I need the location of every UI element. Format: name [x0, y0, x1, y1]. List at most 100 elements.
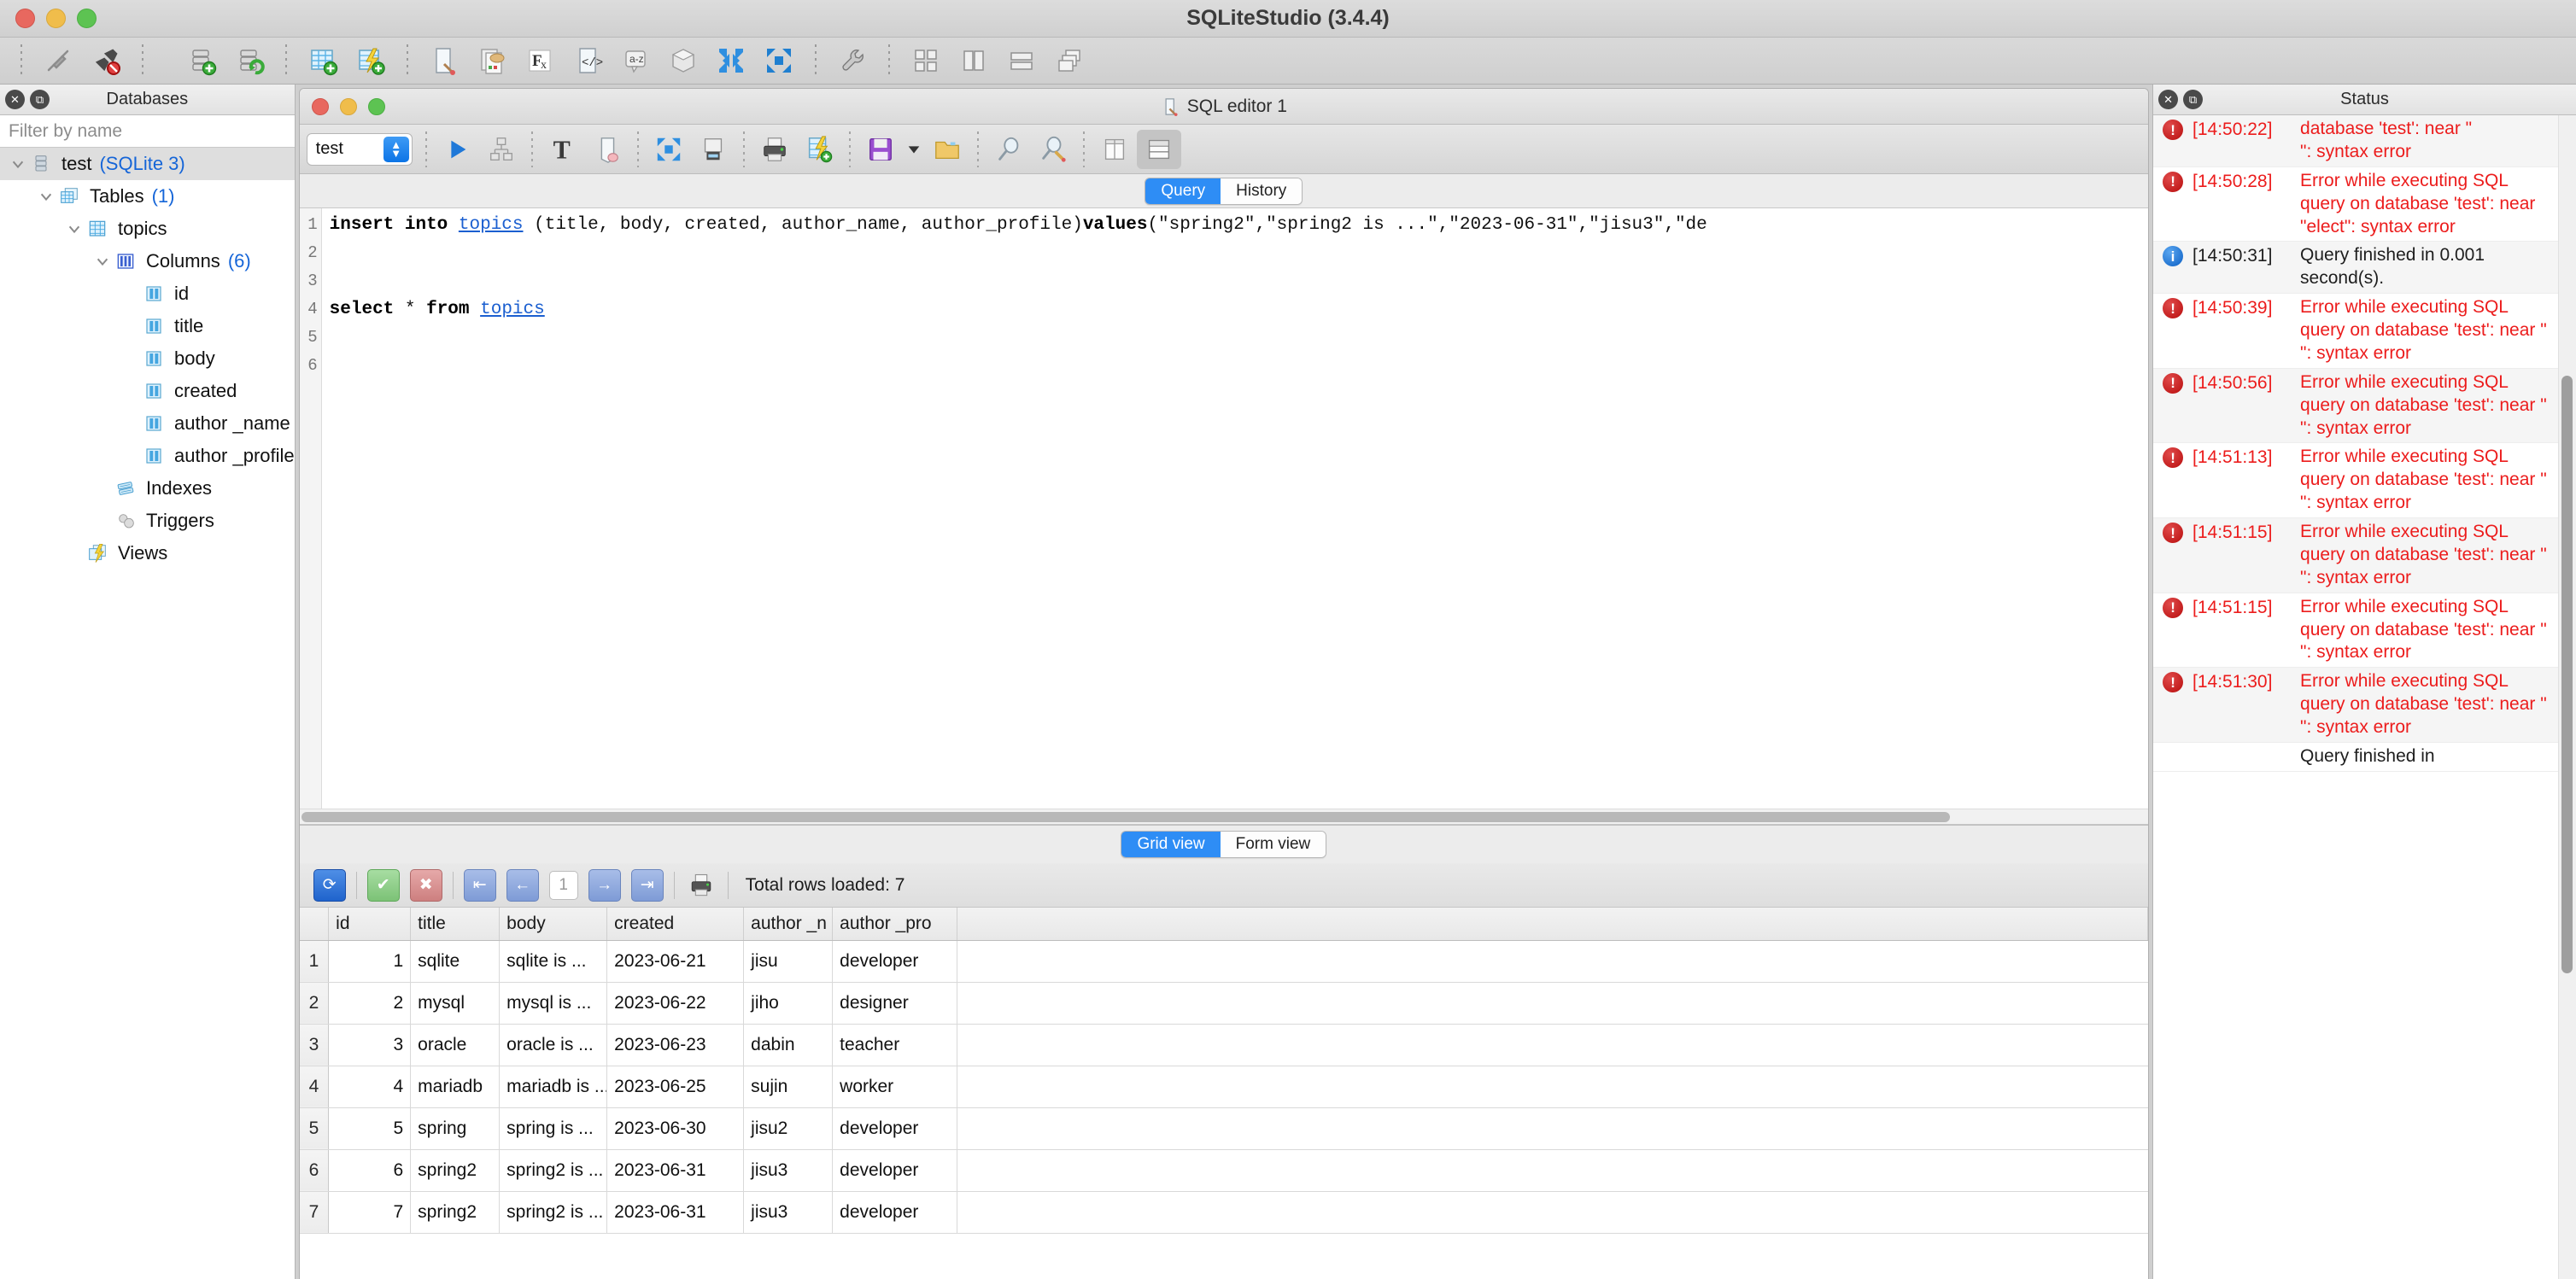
chevron-down-icon[interactable]	[63, 218, 85, 240]
editor-tab-group[interactable]: Query History	[1145, 177, 1303, 205]
cell-body[interactable]: oracle is ...	[499, 1024, 608, 1066]
tree-item-author-_name[interactable]: author _name	[0, 407, 295, 440]
tree-item-topics[interactable]: topics	[0, 213, 295, 245]
next-page-button[interactable]: →	[588, 868, 621, 902]
tile-windows-button[interactable]	[902, 40, 950, 81]
cell-title[interactable]: mariadb	[410, 1066, 501, 1108]
status-scrollbar-thumb[interactable]	[2561, 376, 2573, 973]
cell-body[interactable]: spring2 is ...	[499, 1149, 608, 1192]
sql-code-text[interactable]: insert into topics (title, body, created…	[322, 208, 2148, 809]
disconnect-from-database-button[interactable]	[82, 40, 130, 81]
tree-item-title[interactable]: title	[0, 310, 295, 342]
results-grid-scroll[interactable]: id title body created author _n author _pro 1…	[299, 908, 2149, 1279]
first-page-button[interactable]: ⇤	[463, 868, 496, 902]
cell-title[interactable]: oracle	[410, 1024, 501, 1066]
cell-created[interactable]: 2023-06-30	[606, 1107, 745, 1150]
cell-id[interactable]: 7	[328, 1191, 412, 1234]
table-row[interactable]: 7 7 spring2 spring2 is ... 2023-06-31 jisu3 de…	[299, 1191, 2148, 1234]
find-text-button[interactable]	[986, 130, 1031, 169]
table-row[interactable]: 2 2 mysql mysql is ... 2023-06-22 jiho designe…	[299, 982, 2148, 1025]
table-reference-link[interactable]: topics	[459, 215, 524, 235]
cell-body[interactable]: spring2 is ...	[499, 1191, 608, 1234]
cell-id[interactable]: 2	[328, 982, 412, 1025]
close-dock-icon[interactable]: ✕	[5, 90, 25, 109]
tile-horizontally-button[interactable]	[998, 40, 1045, 81]
cell-id[interactable]: 1	[328, 940, 412, 983]
status-entry[interactable]: i [14:50:31] Query finished in 0.001 secon…	[2153, 242, 2576, 295]
open-sql-editor-button[interactable]	[420, 40, 468, 81]
row-header[interactable]: 4	[299, 1066, 330, 1108]
cell-author-_n[interactable]: jiho	[743, 982, 834, 1025]
float-dock-icon[interactable]: ⧉	[30, 90, 50, 109]
code-area[interactable]: 1 2 3 4 5 6 insert into topics (title, body, …	[299, 208, 2148, 809]
refresh-data-button[interactable]: ⟳	[313, 868, 346, 902]
print-results-button[interactable]	[752, 130, 797, 169]
collapse-all-button[interactable]	[707, 40, 755, 81]
row-header[interactable]: 3	[299, 1024, 330, 1066]
cell-title[interactable]: spring	[410, 1107, 501, 1150]
last-page-button[interactable]: ⇥	[630, 868, 664, 902]
editor-horizontal-scrollbar[interactable]	[299, 809, 2149, 824]
cell-author-_n[interactable]: jisu2	[743, 1107, 834, 1150]
status-entry[interactable]: ! [14:50:22] database 'test': near " ": sy…	[2153, 115, 2576, 167]
add-database-button[interactable]	[178, 40, 225, 81]
format-sql-button[interactable]: T	[541, 130, 585, 169]
rollback-changes-button[interactable]: ✖	[409, 868, 442, 902]
column-header-body[interactable]: body	[499, 908, 608, 941]
database-tree[interactable]: test (SQLite 3) Tables (1) topics Columns (6) i…	[0, 148, 295, 1279]
save-dropdown-button[interactable]	[903, 130, 925, 169]
column-header-title[interactable]: title	[410, 908, 501, 941]
layout-stacked-button[interactable]	[1136, 129, 1181, 169]
explain-query-plan-button[interactable]	[479, 130, 524, 169]
cell-created[interactable]: 2023-06-23	[606, 1024, 745, 1066]
expand-results-button[interactable]	[647, 130, 691, 169]
cascade-windows-button[interactable]	[1045, 40, 1093, 81]
cell-author-_n[interactable]: dabin	[743, 1024, 834, 1066]
cell-created[interactable]: 2023-06-31	[606, 1149, 745, 1192]
create-view-from-query-button[interactable]	[797, 130, 841, 169]
tab-form-view[interactable]: Form view	[1220, 832, 1326, 857]
tree-item-test[interactable]: test (SQLite 3)	[0, 148, 295, 180]
status-entry[interactable]: ! [14:51:15] Error while executing SQL que…	[2153, 593, 2576, 669]
cell-body[interactable]: mysql is ...	[499, 982, 608, 1025]
cell-title[interactable]: mysql	[410, 982, 501, 1025]
tree-item-body[interactable]: body	[0, 342, 295, 375]
tree-item-tables[interactable]: Tables (1)	[0, 180, 295, 213]
tab-query[interactable]: Query	[1145, 178, 1221, 204]
cell-title[interactable]: spring2	[410, 1149, 501, 1192]
code-snippet-button[interactable]: </>	[564, 40, 612, 81]
float-dock-icon[interactable]: ⧉	[2183, 90, 2204, 109]
tree-item-author-_profile[interactable]: author _profile	[0, 440, 295, 472]
clear-editor-button[interactable]	[585, 130, 629, 169]
tree-item-triggers[interactable]: Triggers	[0, 505, 295, 537]
chevron-down-icon[interactable]	[7, 153, 29, 175]
database-select[interactable]: test ▲ ▼	[306, 132, 413, 166]
status-entry[interactable]: ! [14:50:56] Error while executing SQL que…	[2153, 368, 2576, 444]
chevron-updown-icon[interactable]: ▲ ▼	[383, 136, 409, 162]
cell-author-_n[interactable]: jisu3	[743, 1191, 834, 1234]
row-header[interactable]: 5	[299, 1107, 330, 1150]
cell-id[interactable]: 5	[328, 1107, 412, 1150]
cell-id[interactable]: 6	[328, 1149, 412, 1192]
table-row[interactable]: 6 6 spring2 spring2 is ... 2023-06-31 jisu3 de…	[299, 1149, 2148, 1192]
tab-grid-view[interactable]: Grid view	[1121, 832, 1221, 857]
previous-page-button[interactable]: ←	[506, 868, 539, 902]
table-row[interactable]: 3 3 oracle oracle is ... 2023-06-23 dabin teac…	[299, 1024, 2148, 1066]
cell-created[interactable]: 2023-06-21	[606, 940, 745, 983]
cell-body[interactable]: mariadb is ...	[499, 1066, 608, 1108]
row-header[interactable]: 6	[299, 1149, 330, 1192]
status-entry[interactable]: ! [14:51:15] Error while executing SQL que…	[2153, 518, 2576, 593]
sql-code-editor[interactable]: 1 2 3 4 5 6 insert into topics (title, body, …	[299, 208, 2149, 825]
tree-item-created[interactable]: created	[0, 375, 295, 407]
expand-all-button[interactable]	[755, 40, 803, 81]
cell-author-_pro[interactable]: developer	[832, 1191, 958, 1234]
edit-database-button[interactable]	[225, 40, 273, 81]
status-entry[interactable]: ! [14:51:13] Error while executing SQL que…	[2153, 443, 2576, 518]
column-header-id[interactable]: id	[328, 908, 412, 941]
close-window-button[interactable]	[15, 9, 35, 28]
tab-history[interactable]: History	[1221, 178, 1303, 204]
create-view-button[interactable]	[347, 40, 395, 81]
results-grid-body[interactable]: 1 1 sqlite sqlite is ... 2023-06-21 jisu devel…	[299, 940, 2148, 1234]
cell-body[interactable]: spring is ...	[499, 1107, 608, 1150]
cell-author-_n[interactable]: sujin	[743, 1066, 834, 1108]
